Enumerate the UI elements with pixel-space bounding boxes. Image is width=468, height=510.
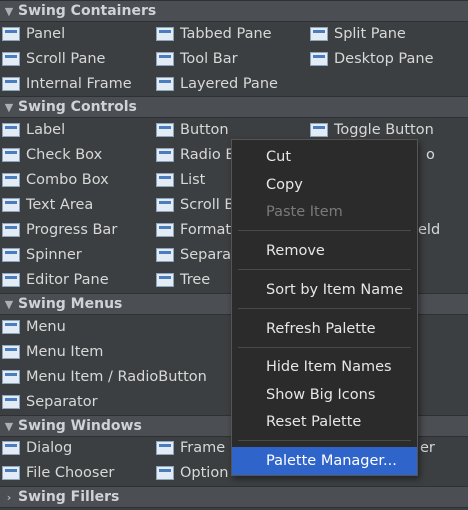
progress-bar-icon — [2, 223, 20, 237]
palette-item-file-chooser[interactable]: File Chooser — [0, 461, 114, 485]
menu-separator — [238, 308, 411, 309]
palette-item-menu[interactable]: Menu — [0, 315, 66, 339]
palette-item-progress-bar[interactable]: Progress Bar — [0, 218, 117, 242]
menu-item-icon — [2, 345, 20, 359]
palette-item-clipped[interactable]: er — [420, 436, 435, 460]
dialog-icon — [2, 441, 20, 455]
palette-item-split-pane[interactable]: Split Pane — [308, 22, 406, 46]
tree-icon — [156, 273, 174, 287]
palette-item-radio-button[interactable]: Radio B — [154, 143, 235, 167]
internal-frame-icon — [2, 77, 20, 91]
layered-pane-icon — [156, 77, 174, 91]
palette-item-scroll-pane[interactable]: Scroll Pane — [0, 47, 105, 71]
menu-item-reset-palette[interactable]: Reset Palette — [232, 408, 417, 436]
split-pane-icon — [310, 27, 328, 41]
panel-icon — [2, 27, 20, 41]
scroll-bar-icon — [156, 198, 174, 212]
separator-icon — [156, 248, 174, 262]
tabbed-pane-icon — [156, 27, 174, 41]
palette-item-menu-item-radiobutton[interactable]: Menu Item / RadioButton — [0, 365, 207, 389]
desktop-pane-icon — [310, 52, 328, 66]
button-icon — [156, 123, 174, 137]
menu-item-refresh-palette[interactable]: Refresh Palette — [232, 315, 417, 343]
list-icon — [156, 173, 174, 187]
palette-item-text-area[interactable]: Text Area — [0, 193, 93, 217]
palette-item-panel[interactable]: Panel — [0, 22, 65, 46]
spinner-icon — [2, 248, 20, 262]
palette-item-internal-frame[interactable]: Internal Frame — [0, 72, 132, 96]
radio-button-icon — [156, 148, 174, 162]
menu-separator — [238, 230, 411, 231]
menu-item-cut[interactable]: Cut — [232, 143, 417, 171]
category-label: Swing Menus — [18, 296, 123, 312]
menu-separator — [238, 440, 411, 441]
editor-pane-icon — [2, 273, 20, 287]
scroll-pane-icon — [2, 52, 20, 66]
chevron-down-icon: ▼ — [4, 419, 14, 433]
menu-icon — [2, 320, 20, 334]
palette-item-menu-separator[interactable]: Separator — [0, 390, 98, 414]
chevron-down-icon: ▼ — [4, 4, 14, 18]
menu-item-hide-item-names[interactable]: Hide Item Names — [232, 353, 417, 381]
palette-item-desktop-pane[interactable]: Desktop Pane — [308, 47, 434, 71]
check-box-icon — [2, 148, 20, 162]
menu-item-sort-by-name[interactable]: Sort by Item Name — [232, 276, 417, 304]
palette-item-layered-pane[interactable]: Layered Pane — [154, 72, 278, 96]
palette-item-combo-box[interactable]: Combo Box — [0, 168, 109, 192]
category-label: Swing Fillers — [18, 489, 120, 505]
menu-item-paste[interactable]: Paste Item — [232, 198, 417, 226]
text-area-icon — [2, 198, 20, 212]
menu-item-remove[interactable]: Remove — [232, 237, 417, 265]
chevron-down-icon: ▼ — [4, 297, 14, 311]
palette-item-frame[interactable]: Frame — [154, 436, 225, 460]
tool-bar-icon — [156, 52, 174, 66]
palette-item-tool-bar[interactable]: Tool Bar — [154, 47, 238, 71]
category-label: Swing Containers — [18, 3, 157, 19]
category-swing-containers[interactable]: ▼ Swing Containers — [0, 0, 468, 22]
file-chooser-icon — [2, 466, 20, 480]
category-swing-controls[interactable]: ▼ Swing Controls — [0, 96, 468, 118]
palette-item-clipped[interactable]: o — [426, 143, 435, 167]
palette-item-menu-item[interactable]: Menu Item — [0, 340, 103, 364]
label-icon — [2, 123, 20, 137]
palette-item-dialog[interactable]: Dialog — [0, 436, 72, 460]
palette-item-scroll-bar[interactable]: Scroll B — [154, 193, 234, 217]
palette-item-clipped[interactable]: eld — [418, 218, 440, 242]
menu-item-palette-manager[interactable]: Palette Manager... — [232, 447, 417, 475]
menu-separator — [238, 269, 411, 270]
chevron-right-icon: › — [6, 490, 12, 504]
option-pane-icon — [156, 466, 174, 480]
category-label: Swing Controls — [18, 99, 137, 115]
palette-item-tabbed-pane[interactable]: Tabbed Pane — [154, 22, 272, 46]
palette-item-button[interactable]: Button — [154, 118, 229, 142]
palette-item-formatted-field[interactable]: Formatt — [154, 218, 237, 242]
category-swing-fillers[interactable]: › Swing Fillers — [0, 486, 468, 508]
palette-item-editor-pane[interactable]: Editor Pane — [0, 268, 109, 292]
palette-item-option-pane[interactable]: Option — [154, 461, 228, 485]
separator-icon — [2, 395, 20, 409]
menu-item-show-big-icons[interactable]: Show Big Icons — [232, 381, 417, 409]
frame-icon — [156, 441, 174, 455]
combo-box-icon — [2, 173, 20, 187]
toggle-button-icon — [310, 123, 328, 137]
radio-menu-item-icon — [2, 370, 20, 384]
palette-item-check-box[interactable]: Check Box — [0, 143, 102, 167]
palette-item-spinner[interactable]: Spinner — [0, 243, 82, 267]
palette-item-list[interactable]: List — [154, 168, 205, 192]
menu-separator — [238, 347, 411, 348]
formatted-field-icon — [156, 223, 174, 237]
palette-item-tree[interactable]: Tree — [154, 268, 210, 292]
category-label: Swing Windows — [18, 418, 142, 434]
menu-item-copy[interactable]: Copy — [232, 171, 417, 199]
context-menu: Cut Copy Paste Item Remove Sort by Item … — [231, 139, 418, 476]
palette-item-label[interactable]: Label — [0, 118, 65, 142]
palette-item-separator[interactable]: Separat — [154, 243, 237, 267]
chevron-down-icon: ▼ — [4, 100, 14, 114]
